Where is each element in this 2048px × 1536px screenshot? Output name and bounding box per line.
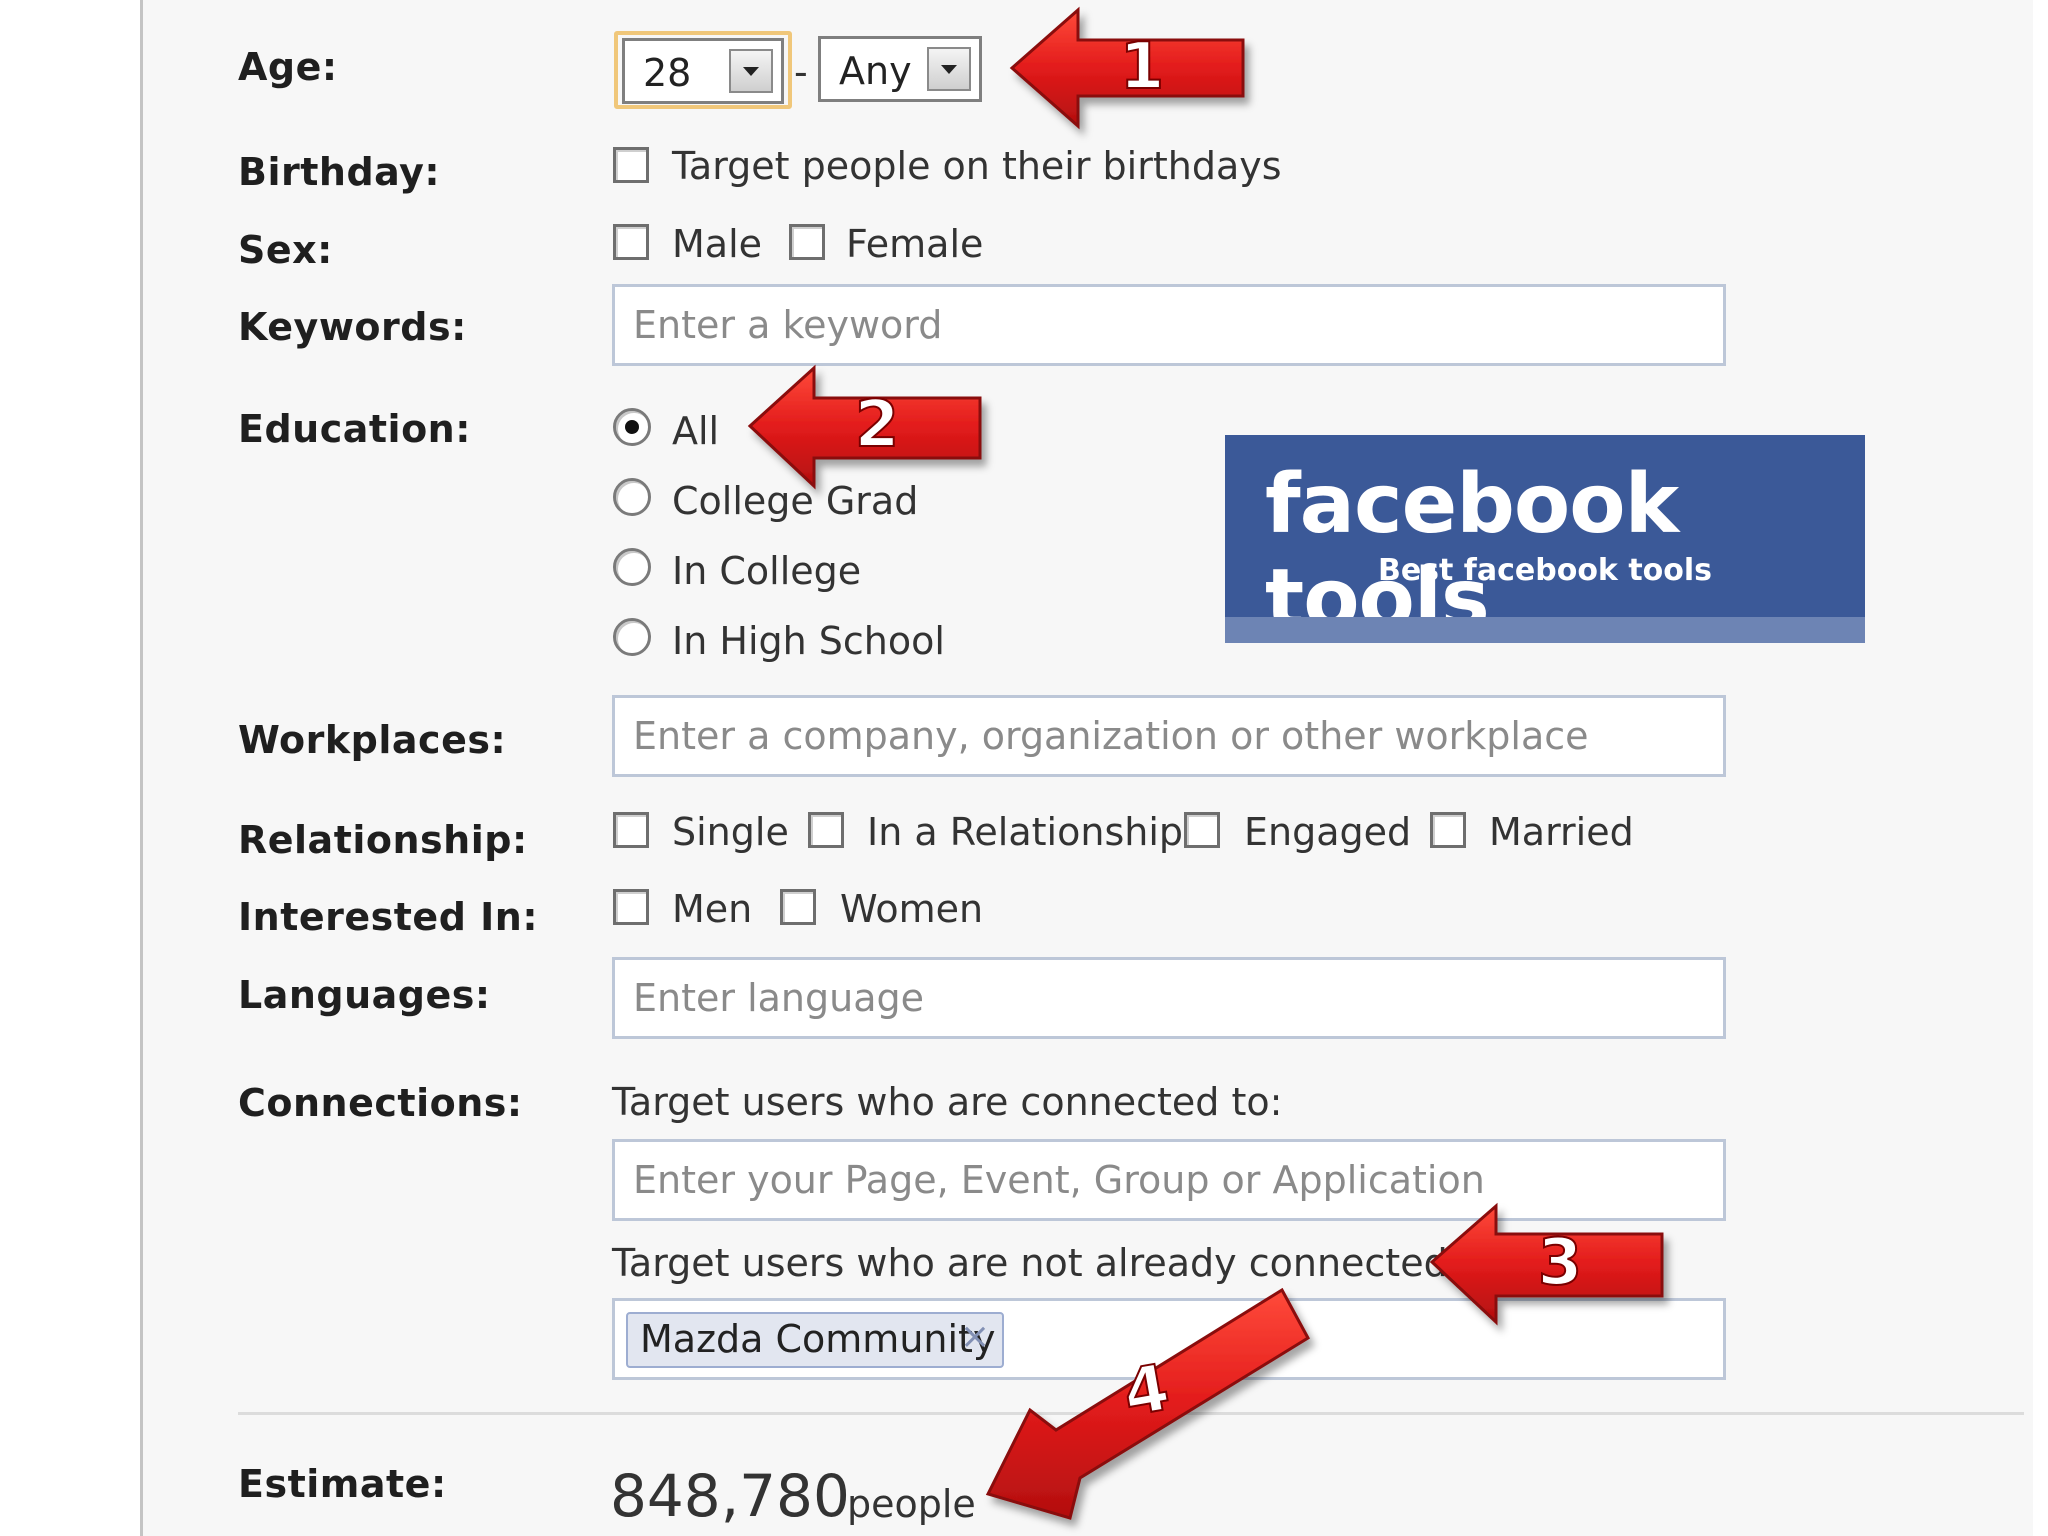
- relationship-single-label: Single: [672, 810, 789, 854]
- education-in-college-label: In College: [672, 549, 862, 593]
- connected-to-input[interactable]: [615, 1142, 1723, 1218]
- relationship-engaged-checkbox[interactable]: [1184, 812, 1220, 848]
- education-high-school-label: In High School: [672, 619, 945, 663]
- education-college-grad-label: College Grad: [672, 479, 919, 523]
- relationship-in-relationship-label: In a Relationship: [867, 810, 1184, 854]
- connections-label: Connections:: [238, 1081, 523, 1125]
- sex-female-checkbox[interactable]: [789, 224, 825, 260]
- chevron-down-icon[interactable]: [729, 49, 773, 93]
- connection-token: Mazda Community ×: [626, 1312, 1004, 1368]
- age-min-select[interactable]: 28: [622, 38, 784, 104]
- age-max-value: Any: [839, 49, 912, 93]
- languages-label: Languages:: [238, 973, 491, 1017]
- keywords-input[interactable]: [615, 287, 1723, 363]
- close-icon[interactable]: ×: [960, 1316, 990, 1357]
- relationship-married-checkbox[interactable]: [1430, 812, 1466, 848]
- sex-female-label: Female: [846, 222, 984, 266]
- interested-men-label: Men: [672, 887, 753, 931]
- birthday-option-label: Target people on their birthdays: [672, 144, 1282, 188]
- birthday-checkbox[interactable]: [613, 147, 649, 183]
- banner-subtitle: Best facebook tools: [1377, 553, 1713, 588]
- relationship-married-label: Married: [1489, 810, 1634, 854]
- interested-in-label: Interested In:: [238, 895, 539, 939]
- education-all-radio[interactable]: [613, 408, 651, 446]
- workplaces-field: [612, 695, 1726, 777]
- age-separator: -: [794, 50, 808, 94]
- sex-label: Sex:: [238, 228, 333, 272]
- education-label: Education:: [238, 407, 471, 451]
- birthday-label: Birthday:: [238, 150, 441, 194]
- not-connected-prompt: Target users who are not already connect…: [612, 1241, 1511, 1285]
- sex-male-checkbox[interactable]: [613, 224, 649, 260]
- connected-to-field: [612, 1139, 1726, 1221]
- chevron-down-icon[interactable]: [927, 47, 971, 91]
- age-label: Age:: [238, 45, 338, 89]
- token-label: Mazda Community: [640, 1317, 996, 1361]
- education-in-college-radio[interactable]: [613, 548, 651, 586]
- relationship-engaged-label: Engaged: [1244, 810, 1412, 854]
- relationship-single-checkbox[interactable]: [613, 812, 649, 848]
- interested-women-label: Women: [840, 887, 984, 931]
- estimate-unit: people: [847, 1482, 976, 1526]
- age-max-select[interactable]: Any: [818, 36, 982, 102]
- interested-women-checkbox[interactable]: [780, 889, 816, 925]
- relationship-in-relationship-checkbox[interactable]: [808, 812, 844, 848]
- estimate-value: 848,780: [610, 1462, 850, 1530]
- banner-strip: [1225, 617, 1865, 643]
- facebook-tools-banner: facebook tools Best facebook tools: [1225, 435, 1865, 647]
- relationship-label: Relationship:: [238, 818, 528, 862]
- estimate-label: Estimate:: [238, 1462, 447, 1506]
- keywords-label: Keywords:: [238, 305, 467, 349]
- interested-men-checkbox[interactable]: [613, 889, 649, 925]
- languages-input[interactable]: [615, 960, 1723, 1036]
- education-college-grad-radio[interactable]: [613, 478, 651, 516]
- keywords-field: [612, 284, 1726, 366]
- education-high-school-radio[interactable]: [613, 618, 651, 656]
- section-divider: [238, 1412, 2024, 1415]
- connected-to-prompt: Target users who are connected to:: [612, 1080, 1283, 1124]
- education-all-label: All: [672, 409, 720, 453]
- workplaces-label: Workplaces:: [238, 718, 507, 762]
- workplaces-input[interactable]: [615, 698, 1723, 774]
- age-min-value: 28: [643, 51, 692, 95]
- languages-field: [612, 957, 1726, 1039]
- sex-male-label: Male: [672, 222, 763, 266]
